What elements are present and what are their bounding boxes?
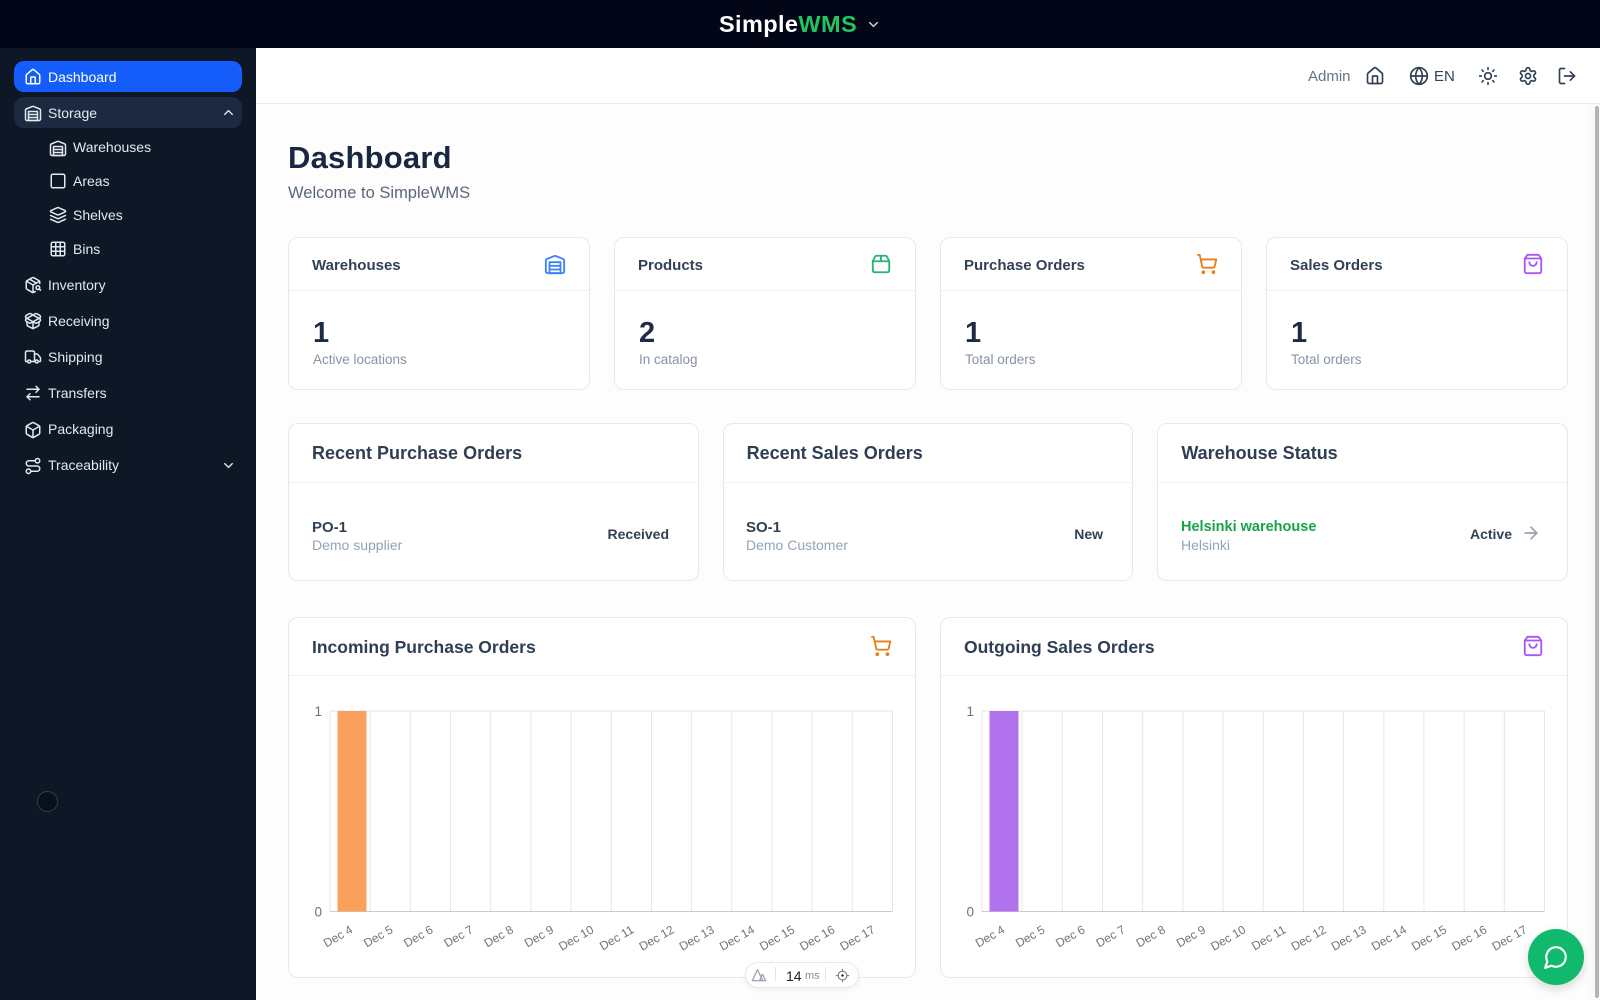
svg-text:Dec 11: Dec 11: [597, 922, 636, 953]
svg-text:Dec 4: Dec 4: [321, 922, 355, 950]
svg-text:Dec 17: Dec 17: [1489, 922, 1529, 953]
svg-text:Dec 11: Dec 11: [1249, 922, 1288, 953]
svg-text:Dec 8: Dec 8: [482, 922, 516, 950]
svg-text:Dec 5: Dec 5: [1013, 922, 1047, 950]
svg-text:Dec 6: Dec 6: [1053, 922, 1087, 950]
svg-text:Dec 5: Dec 5: [361, 922, 395, 950]
svg-text:Dec 14: Dec 14: [1369, 922, 1409, 953]
svg-text:Dec 15: Dec 15: [757, 922, 797, 953]
svg-text:Dec 16: Dec 16: [797, 922, 837, 953]
svg-text:Dec 9: Dec 9: [1174, 922, 1208, 950]
svg-text:Dec 12: Dec 12: [637, 922, 677, 953]
svg-text:0: 0: [966, 905, 974, 920]
svg-text:Dec 14: Dec 14: [717, 922, 757, 953]
svg-text:Dec 8: Dec 8: [1134, 922, 1168, 950]
svg-text:Dec 13: Dec 13: [1329, 922, 1369, 953]
svg-text:Dec 9: Dec 9: [522, 922, 556, 950]
svg-text:Dec 6: Dec 6: [401, 922, 435, 950]
svg-text:Dec 7: Dec 7: [441, 922, 475, 950]
svg-text:Dec 10: Dec 10: [1208, 922, 1248, 953]
svg-text:Dec 4: Dec 4: [973, 922, 1007, 950]
svg-text:Dec 12: Dec 12: [1289, 922, 1329, 953]
svg-text:Dec 13: Dec 13: [677, 922, 717, 953]
svg-text:Dec 15: Dec 15: [1409, 922, 1449, 953]
svg-text:0: 0: [314, 905, 322, 920]
svg-text:Dec 16: Dec 16: [1449, 922, 1489, 953]
svg-text:1: 1: [966, 704, 974, 719]
svg-text:Dec 7: Dec 7: [1093, 922, 1127, 950]
svg-text:1: 1: [314, 704, 322, 719]
svg-text:Dec 10: Dec 10: [556, 922, 596, 953]
svg-text:Dec 17: Dec 17: [837, 922, 877, 953]
